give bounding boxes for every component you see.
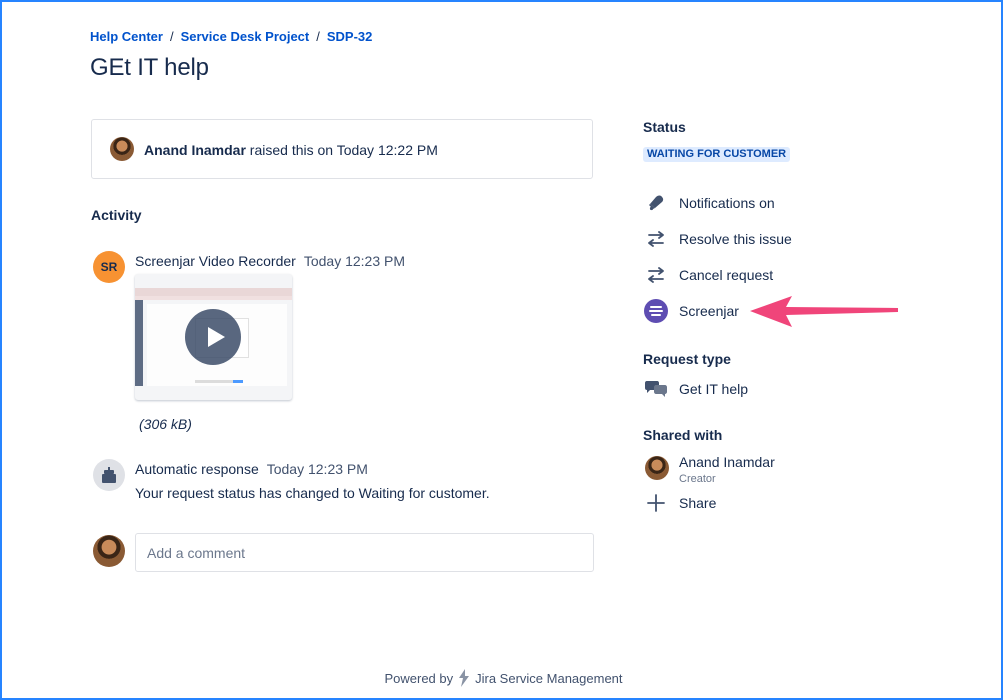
participant-name: Anand Inamdar: [679, 454, 775, 470]
attachment-file-size: (306 kB): [139, 416, 192, 432]
screenjar-icon: [643, 299, 669, 323]
activity-author: Automatic response: [135, 461, 259, 477]
participant-role: Creator: [679, 473, 716, 485]
request-raised-card: Anand Inamdar raised this on Today 12:22…: [91, 119, 593, 179]
raised-time-text: raised this on Today 12:22 PM: [245, 142, 438, 158]
screenjar-action[interactable]: Screenjar: [643, 299, 739, 323]
thumbnail-button: [233, 380, 243, 383]
request-type-label: Get IT help: [679, 381, 749, 397]
page-frame: Help Center / Service Desk Project / SDP-32 …: [0, 0, 1003, 700]
notifications-toggle[interactable]: Notifications on: [643, 191, 775, 215]
thumbnail-sidebar: [135, 300, 143, 386]
status-heading: Status: [643, 119, 686, 135]
play-icon: [207, 327, 225, 347]
reporter-name: Anand Inamdar: [144, 142, 246, 158]
breadcrumb-issue-key[interactable]: SDP-32: [327, 29, 373, 44]
status-badge: WAITING FOR CUSTOMER: [643, 147, 791, 162]
breadcrumb-service-desk-project[interactable]: Service Desk Project: [181, 29, 310, 44]
footer: Powered by Jira Service Management: [2, 669, 1003, 687]
annotation-arrow-icon: [750, 296, 898, 327]
breadcrumb-separator: /: [169, 29, 174, 44]
activity-message: Your request status has changed to Waiti…: [135, 485, 490, 501]
raised-summary: Anand Inamdar raised this on Today 12:22…: [144, 142, 438, 158]
reporter-avatar: [110, 137, 134, 161]
activity-author: Screenjar Video Recorder: [135, 253, 296, 269]
plus-icon: [643, 491, 669, 515]
breadcrumb-help-center[interactable]: Help Center: [90, 29, 163, 44]
screenjar-label: Screenjar: [679, 303, 739, 319]
notifications-label: Notifications on: [679, 195, 775, 211]
shared-with-heading: Shared with: [643, 427, 723, 443]
automation-avatar: [93, 459, 125, 491]
request-type: Get IT help: [643, 377, 748, 401]
comment-input[interactable]: [135, 533, 594, 572]
activity-time: Today 12:23 PM: [303, 253, 406, 269]
bell-icon: [643, 191, 669, 215]
robot-icon: [102, 467, 116, 483]
footer-product: Jira Service Management: [475, 670, 623, 686]
video-attachment-thumbnail[interactable]: [135, 274, 292, 400]
activity-time: Today 12:23 PM: [266, 461, 368, 477]
jira-service-management-logo-icon: [459, 669, 470, 687]
breadcrumb-separator: /: [316, 29, 320, 44]
activity-item-header: Automatic response Today 12:23 PM: [135, 461, 368, 477]
share-label: Share: [679, 495, 717, 511]
breadcrumb: Help Center / Service Desk Project / SDP-32: [90, 29, 372, 44]
thumbnail-tab-bar: [135, 296, 292, 300]
thumbnail-browser-bar: [135, 288, 292, 296]
current-user-avatar: [93, 535, 125, 567]
footer-prefix: Powered by: [384, 670, 454, 686]
activity-heading: Activity: [91, 207, 142, 223]
resolve-issue-action[interactable]: Resolve this issue: [643, 227, 792, 251]
screenjar-avatar: SR: [93, 251, 125, 283]
cancel-request-action[interactable]: Cancel request: [643, 263, 773, 287]
thumbnail-field: [195, 380, 233, 383]
request-type-heading: Request type: [643, 351, 731, 367]
activity-item-header: Screenjar Video Recorder Today 12:23 PM: [135, 253, 405, 269]
transition-arrows-icon: [643, 227, 669, 251]
share-button[interactable]: Share: [643, 491, 716, 515]
cancel-request-label: Cancel request: [679, 267, 774, 283]
page-title: GEt IT help: [90, 54, 209, 81]
resolve-issue-label: Resolve this issue: [679, 231, 792, 247]
participant-avatar: [645, 456, 669, 480]
play-button[interactable]: [185, 309, 241, 365]
transition-arrows-icon: [643, 263, 669, 287]
chat-bubbles-icon: [643, 377, 669, 401]
